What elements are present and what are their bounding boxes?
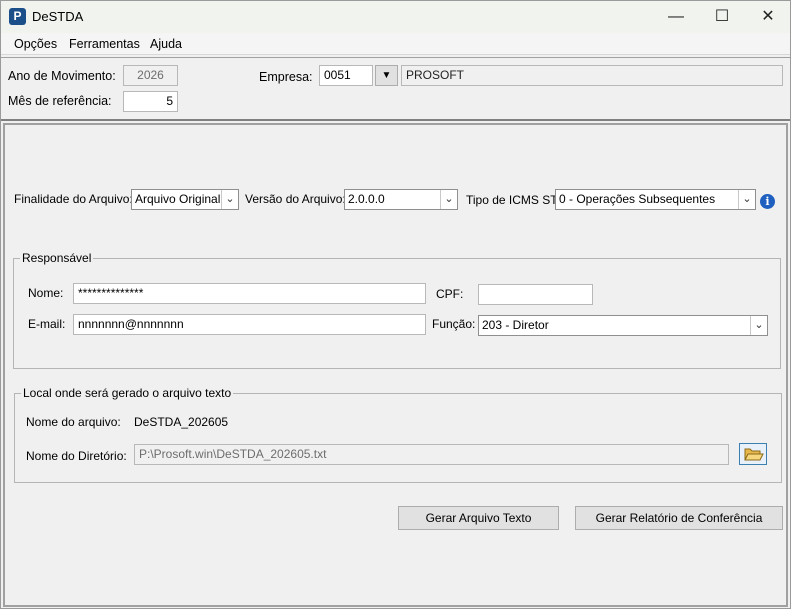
finalidade-select[interactable]: Arquivo Original ⌄ (131, 189, 239, 210)
gerar-relatorio-button[interactable]: Gerar Relatório de Conferência (575, 506, 783, 530)
title-bar: P DeSTDA — ☐ ✕ (1, 1, 790, 33)
diretorio-label: Nome do Diretório: (26, 449, 127, 463)
responsavel-title: Responsável (20, 251, 94, 265)
chevron-down-icon: ⌄ (221, 190, 238, 209)
ano-label: Ano de Movimento: (8, 69, 116, 83)
email-field[interactable]: nnnnnnn@nnnnnnn (73, 314, 426, 335)
app-window: P DeSTDA — ☐ ✕ Opções Ferramentas Ajuda … (0, 0, 791, 609)
nome-field[interactable]: ************** (73, 283, 426, 304)
menu-bar: Opções Ferramentas Ajuda (1, 33, 790, 55)
chevron-down-icon: ⌄ (750, 316, 767, 335)
funcao-value: 203 - Diretor (482, 318, 549, 332)
nome-label: Nome: (28, 286, 64, 300)
versao-label: Versão do Arquivo: (245, 192, 346, 206)
email-label: E-mail: (28, 317, 66, 331)
minimize-button[interactable]: — (653, 1, 699, 32)
nome-arquivo-label: Nome do arquivo: (26, 415, 121, 429)
folder-icon (744, 448, 764, 461)
empresa-label: Empresa: (259, 70, 313, 84)
versao-value: 2.0.0.0 (348, 192, 385, 206)
mes-label: Mês de referência: (8, 94, 112, 108)
finalidade-value: Arquivo Original (135, 192, 221, 206)
funcao-select[interactable]: 203 - Diretor ⌄ (478, 315, 768, 336)
header-panel: Ano de Movimento: 2026 Mês de referência… (1, 57, 790, 121)
menu-opcoes[interactable]: Opções (14, 37, 57, 51)
chevron-down-icon: ⌄ (738, 190, 755, 209)
menu-ferramentas[interactable]: Ferramentas (69, 37, 140, 51)
local-title: Local onde será gerado o arquivo texto (21, 386, 234, 400)
close-button[interactable]: ✕ (745, 1, 791, 32)
empresa-code-field[interactable]: 0051 (319, 65, 373, 86)
empresa-name-field: PROSOFT (401, 65, 783, 86)
cpf-field[interactable] (478, 284, 593, 305)
responsavel-group: Responsável Nome: ************** CPF: E-… (13, 251, 781, 369)
dropdown-arrow-icon: ▼ (381, 70, 392, 81)
diretorio-field: P:\Prosoft.win\DeSTDA_202605.txt (134, 444, 729, 465)
gerar-arquivo-texto-button[interactable]: Gerar Arquivo Texto (398, 506, 559, 530)
icms-label: Tipo de ICMS ST: (466, 193, 560, 207)
nome-arquivo-value: DeSTDA_202605 (134, 415, 229, 429)
funcao-label: Função: (432, 317, 476, 331)
app-logo-icon: P (9, 8, 26, 25)
chevron-down-icon: ⌄ (440, 190, 457, 209)
ano-field: 2026 (123, 65, 178, 86)
icms-value: 0 - Operações Subsequentes (559, 192, 716, 206)
mes-field[interactable]: 5 (123, 91, 178, 112)
finalidade-label: Finalidade do Arquivo: (14, 192, 133, 206)
menu-ajuda[interactable]: Ajuda (150, 37, 182, 51)
cpf-label: CPF: (436, 287, 464, 301)
window-title: DeSTDA (32, 9, 84, 24)
browse-folder-button[interactable] (739, 443, 767, 465)
versao-select[interactable]: 2.0.0.0 ⌄ (344, 189, 458, 210)
icms-select[interactable]: 0 - Operações Subsequentes ⌄ (555, 189, 756, 210)
main-panel: Finalidade do Arquivo: Arquivo Original … (3, 123, 788, 607)
info-icon[interactable]: i (760, 194, 775, 209)
maximize-button[interactable]: ☐ (699, 1, 745, 32)
empresa-dropdown-button[interactable]: ▼ (375, 65, 398, 86)
local-group: Local onde será gerado o arquivo texto N… (14, 386, 782, 483)
